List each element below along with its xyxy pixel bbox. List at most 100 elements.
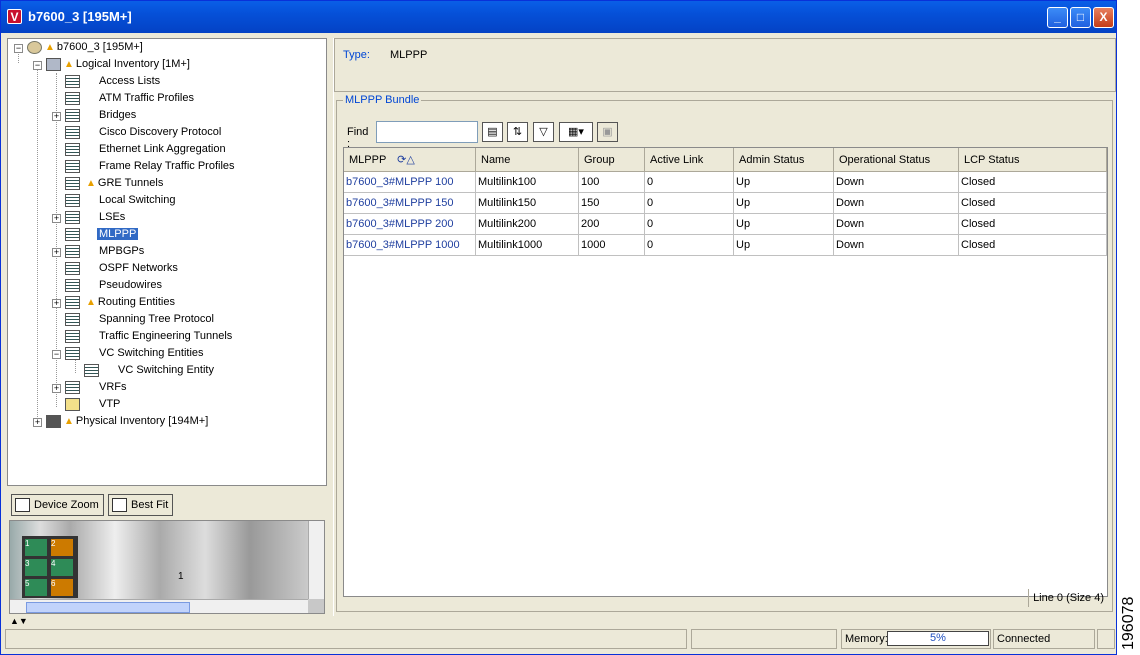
status-panel	[691, 629, 837, 649]
overview-vertical-scrollbar[interactable]	[308, 521, 324, 599]
port-module: 1 2 3 4 5 6	[22, 536, 78, 598]
cell-active-link: 0	[645, 172, 734, 193]
device-zoom-button[interactable]: Device Zoom	[11, 494, 104, 516]
cell-name: Multilink1000	[476, 235, 579, 256]
cell-lcp-status: Closed	[959, 235, 1107, 256]
close-button[interactable]: X	[1093, 7, 1114, 28]
column-header-mlppp[interactable]: MLPPP ⟳△	[344, 148, 476, 172]
cell-group: 1000	[579, 235, 645, 256]
maximize-button[interactable]: □	[1070, 7, 1091, 28]
column-header-group[interactable]: Group	[579, 148, 645, 172]
tree-item-vc-switching-entities[interactable]: VC Switching Entities	[65, 345, 204, 362]
tree-item-ospf-networks[interactable]: OSPF Networks	[65, 260, 178, 277]
table-icon	[65, 108, 80, 122]
group-title: MLPPP Bundle	[343, 94, 422, 106]
tree-item-pseudowires[interactable]: Pseudowires	[65, 277, 162, 294]
export-icon[interactable]: ▣	[597, 122, 618, 142]
tree-item-vc-switching-entity[interactable]: VC Switching Entity	[84, 362, 214, 379]
device-overview[interactable]: 1 2 3 4 5 6 1	[9, 520, 325, 614]
expand-mpbgps-toggle[interactable]: +	[52, 248, 61, 257]
table-icon	[65, 312, 80, 326]
type-label: Type:	[343, 49, 370, 61]
tree-item-spanning-tree-protocol[interactable]: Spanning Tree Protocol	[65, 311, 214, 328]
tree-item-bridges[interactable]: Bridges	[65, 107, 136, 124]
cell-group: 200	[579, 214, 645, 235]
expand-logical-toggle[interactable]: −	[33, 61, 42, 70]
status-message	[5, 629, 687, 649]
port-5: 5	[25, 579, 47, 596]
port-2: 2	[51, 539, 73, 556]
tree-item-cisco-discovery-protocol[interactable]: Cisco Discovery Protocol	[65, 124, 221, 141]
table-row[interactable]: b7600_3#MLPPP 100 Multilink100 100 0 Up …	[344, 172, 1107, 193]
tree-item-vrfs[interactable]: VRFs	[65, 379, 127, 396]
table-icon	[65, 193, 80, 207]
table-row[interactable]: b7600_3#MLPPP 1000 Multilink1000 1000 0 …	[344, 235, 1107, 256]
columns-dropdown-icon[interactable]: ▦▾	[559, 122, 593, 142]
alarm-bell-icon: ▲	[86, 297, 96, 308]
memory-label: Memory:	[845, 633, 888, 645]
scroll-thumb[interactable]	[26, 602, 190, 613]
table-row[interactable]: b7600_3#MLPPP 150 Multilink150 150 0 Up …	[344, 193, 1107, 214]
column-header-operational-status[interactable]: Operational Status	[834, 148, 959, 172]
tree-item-frame-relay-traffic-profiles[interactable]: Frame Relay Traffic Profiles	[65, 158, 235, 175]
port-6: 6	[51, 579, 73, 596]
expand-vrfs-toggle[interactable]: +	[52, 384, 61, 393]
table-icon	[65, 380, 80, 394]
table-row[interactable]: b7600_3#MLPPP 200 Multilink200 200 0 Up …	[344, 214, 1107, 235]
tree-item-traffic-engineering-tunnels[interactable]: Traffic Engineering Tunnels	[65, 328, 232, 345]
column-header-name[interactable]: Name	[476, 148, 579, 172]
expand-lses-toggle[interactable]: +	[52, 214, 61, 223]
find-table-icon[interactable]: ▤	[482, 122, 503, 142]
tree-item-access-lists[interactable]: Access Lists	[65, 73, 160, 90]
tree-item-ethernet-link-aggregation[interactable]: Ethernet Link Aggregation	[65, 141, 226, 158]
column-header-active-link[interactable]: Active Link	[645, 148, 734, 172]
tree-node-physical-inventory[interactable]: ▲ Physical Inventory [194M+]	[46, 413, 208, 430]
expand-bridges-toggle[interactable]: +	[52, 112, 61, 121]
tree-node-logical-inventory[interactable]: ▲ Logical Inventory [1M+]	[46, 56, 190, 73]
table-icon	[65, 244, 80, 258]
table-icon	[65, 125, 80, 139]
expand-vc-switching-entities-toggle[interactable]: −	[52, 350, 61, 359]
expand-root-toggle[interactable]: −	[14, 44, 23, 53]
alarm-bell-icon: ▲	[64, 416, 74, 427]
cell-admin-status: Up	[734, 214, 834, 235]
column-header-lcp-status[interactable]: LCP Status	[959, 148, 1107, 172]
tree-item-routing-entities[interactable]: ▲ Routing Entities	[65, 294, 175, 311]
application-window: V b7600_3 [195M+] _ □ X − ▲ b7600_3 [195M…	[0, 0, 1117, 655]
table-icon	[65, 159, 80, 173]
tree-item-vtp[interactable]: VTP	[65, 396, 120, 413]
physical-inventory-icon	[46, 414, 61, 428]
tree-item-mlppp[interactable]: MLPPP	[65, 226, 139, 243]
find-input[interactable]	[376, 121, 478, 143]
cell-group: 150	[579, 193, 645, 214]
best-fit-button[interactable]: Best Fit	[108, 494, 174, 516]
tree-item-lses[interactable]: LSEs	[65, 209, 125, 226]
cell-group: 100	[579, 172, 645, 193]
filter-icon[interactable]: ▽	[533, 122, 554, 142]
cell-operational-status: Down	[834, 235, 959, 256]
tree-node-root[interactable]: ▲ b7600_3 [195M+]	[27, 39, 143, 56]
mlppp-table: MLPPP ⟳△ Name Group Active Link Admin St…	[343, 147, 1108, 597]
cell-mlppp: b7600_3#MLPPP 100	[344, 172, 476, 193]
sort-icon[interactable]: ⇅	[507, 122, 528, 142]
tree-item-local-switching[interactable]: Local Switching	[65, 192, 175, 209]
alarm-bell-icon: ▲	[86, 178, 96, 189]
cell-active-link: 0	[645, 193, 734, 214]
tree-item-atm-traffic-profiles[interactable]: ATM Traffic Profiles	[65, 90, 194, 107]
cell-name: Multilink200	[476, 214, 579, 235]
tree-item-gre-tunnels[interactable]: ▲ GRE Tunnels	[65, 175, 163, 192]
tree-item-mpbgps[interactable]: MPBGPs	[65, 243, 144, 260]
column-header-admin-status[interactable]: Admin Status	[734, 148, 834, 172]
table-icon	[65, 329, 80, 343]
cell-mlppp: b7600_3#MLPPP 150	[344, 193, 476, 214]
cell-name: Multilink150	[476, 193, 579, 214]
overview-horizontal-scrollbar[interactable]	[10, 599, 308, 613]
cell-operational-status: Down	[834, 214, 959, 235]
navigation-tree: − ▲ b7600_3 [195M+] − ▲ Logical Inventory …	[7, 38, 327, 486]
resize-grip[interactable]	[1097, 629, 1115, 649]
minimize-button[interactable]: _	[1047, 7, 1068, 28]
expand-physical-toggle[interactable]: +	[33, 418, 42, 427]
title-bar[interactable]: V b7600_3 [195M+] _ □ X	[1, 1, 1116, 33]
expand-routing-entities-toggle[interactable]: +	[52, 299, 61, 308]
collapse-arrows-icon[interactable]: ▲▼	[10, 616, 28, 626]
